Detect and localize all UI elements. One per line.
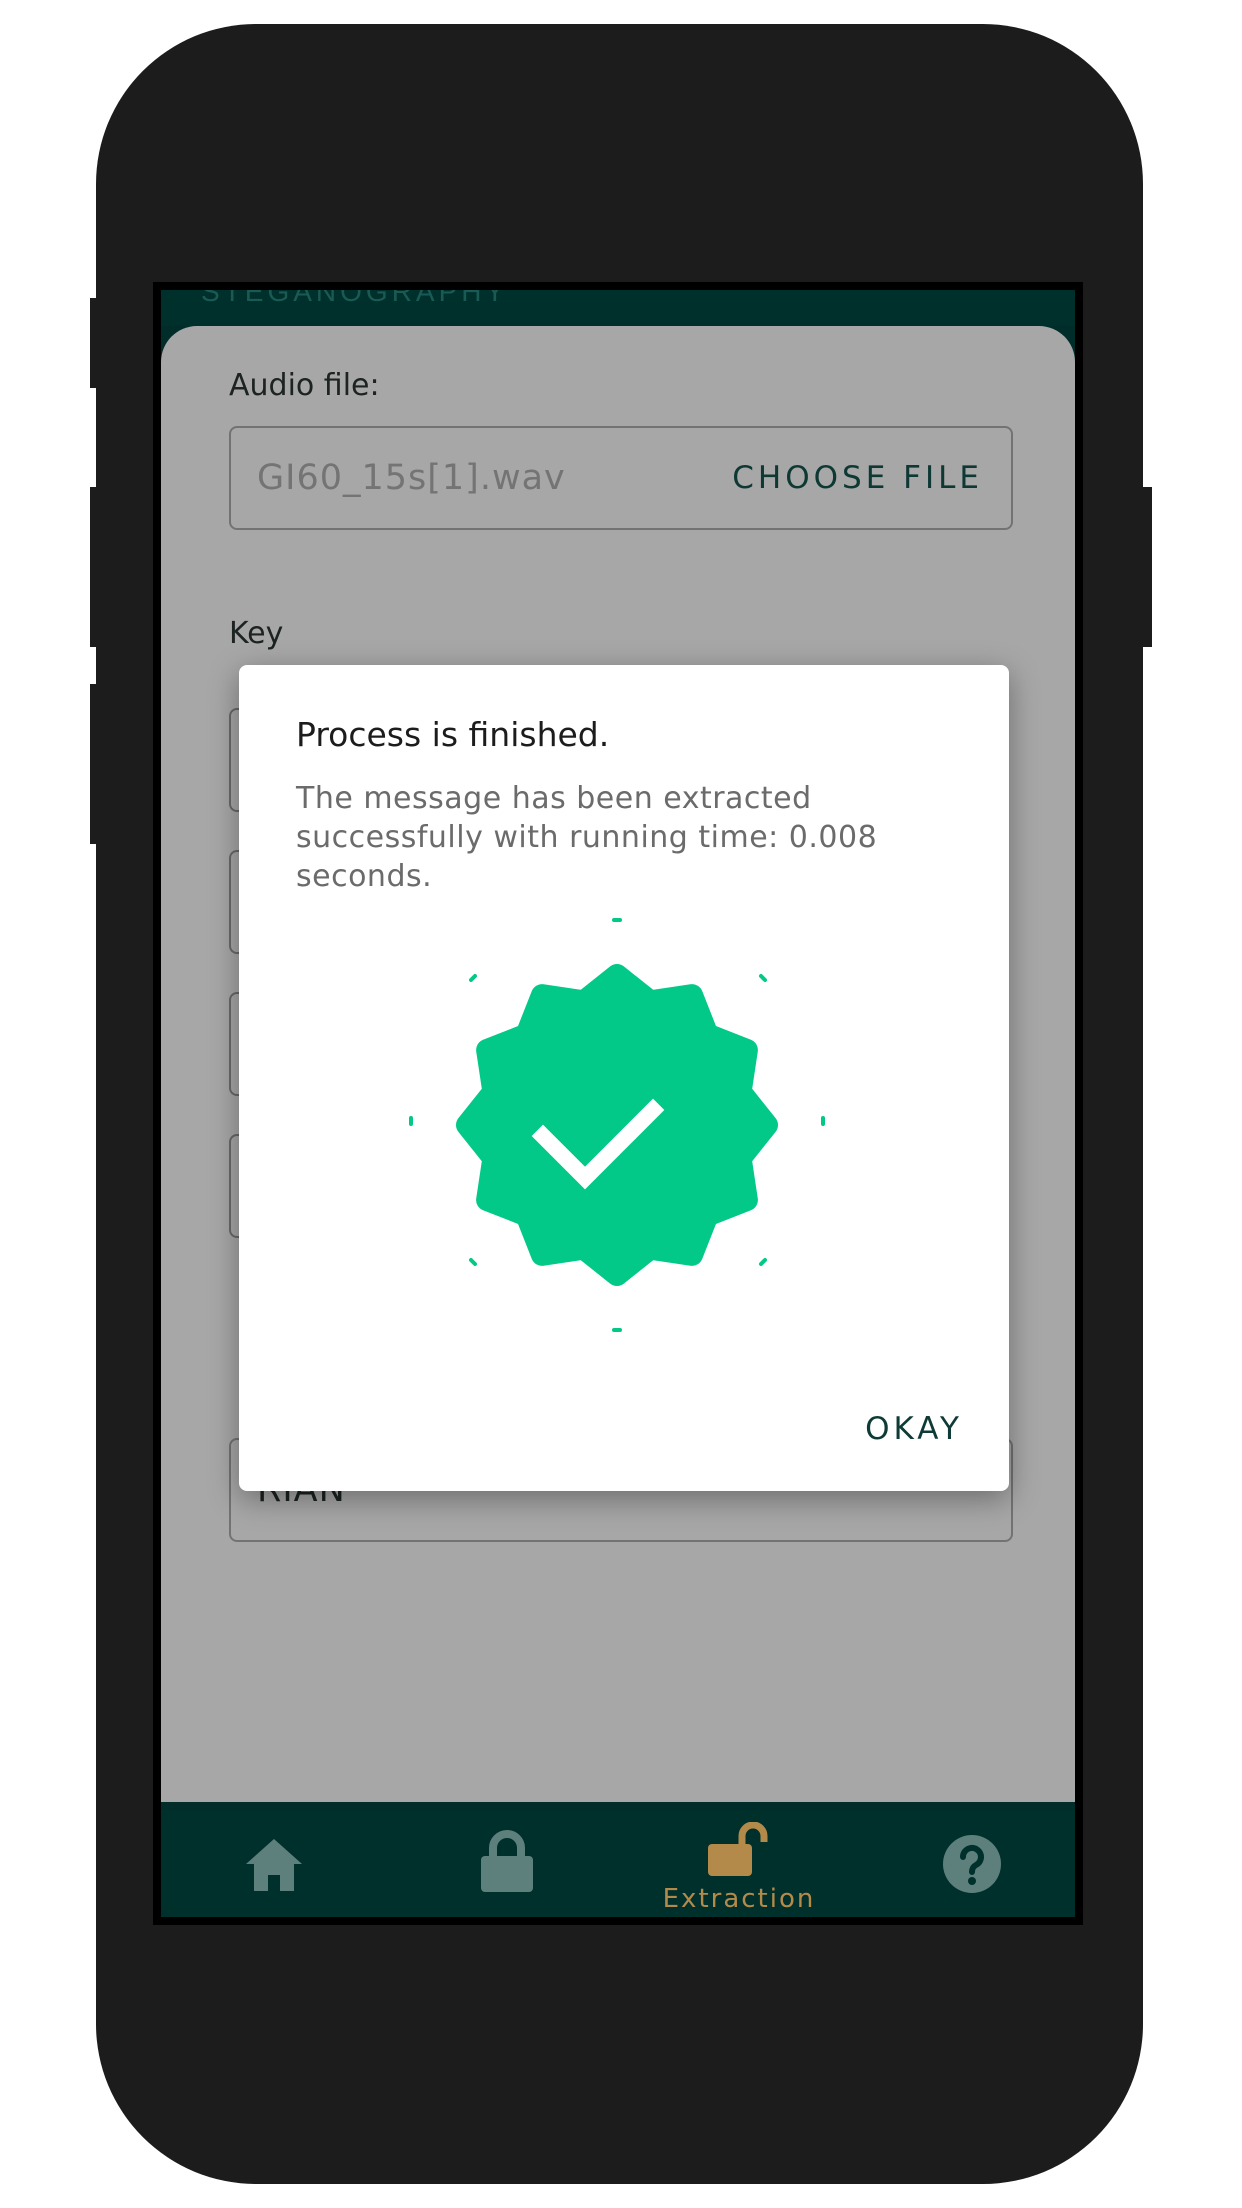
bottom-navigation: Extraction: [161, 1802, 1075, 1917]
phone-side-button: [1140, 487, 1152, 647]
nav-item-home[interactable]: [174, 1802, 374, 1917]
help-icon: [943, 1835, 1001, 1893]
nav-item-help[interactable]: [872, 1802, 1072, 1917]
success-badge-check-icon: [409, 918, 825, 1332]
phone-side-button: [90, 684, 102, 844]
home-icon: [246, 1839, 302, 1891]
nav-label-extraction: Extraction: [662, 1884, 816, 1914]
okay-button[interactable]: OKAY: [865, 1411, 963, 1447]
dialog-title: Process is finished.: [296, 715, 610, 754]
unlock-icon: [708, 1822, 768, 1876]
success-dialog: Process is finished. The message has bee…: [239, 665, 1009, 1491]
lock-icon: [481, 1830, 533, 1892]
phone-side-button: [90, 487, 102, 647]
dialog-message: The message has been extracted successfu…: [296, 781, 878, 894]
app-header-title: STEGANOGRAPHY: [201, 290, 509, 307]
phone-side-button: [90, 298, 102, 388]
nav-item-embedding[interactable]: [407, 1802, 607, 1917]
nav-item-extraction[interactable]: Extraction: [639, 1802, 839, 1917]
